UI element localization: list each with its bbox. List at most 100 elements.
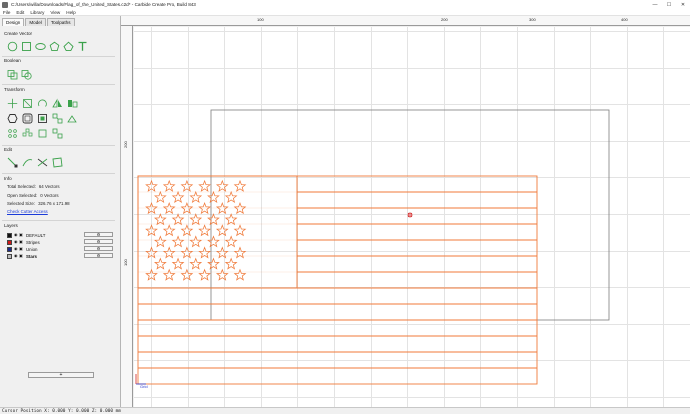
move-tool-icon[interactable] xyxy=(7,98,18,109)
grid-label: Grid xyxy=(140,384,148,389)
text-tool-icon[interactable] xyxy=(77,41,88,52)
eye-icon[interactable]: ◉ xyxy=(14,254,18,258)
rotate-tool-icon[interactable] xyxy=(37,98,48,109)
star xyxy=(180,268,194,281)
eye-icon[interactable]: ◉ xyxy=(14,233,18,237)
minimize-button[interactable]: — xyxy=(648,0,662,9)
ruler-tick-label: 300 xyxy=(529,17,536,22)
layer-color-swatch[interactable] xyxy=(7,253,12,259)
star xyxy=(180,179,194,192)
title-bar: C:/Users/willa/Downloads/Flag_of_the_Uni… xyxy=(0,0,690,9)
selected-size-label: Selected Size: xyxy=(7,201,36,206)
trim-tool-icon[interactable] xyxy=(22,157,33,168)
flag-outline xyxy=(137,175,538,385)
lock-icon[interactable]: ▣ xyxy=(19,240,23,244)
tab-model[interactable]: Model xyxy=(25,18,46,26)
layer-row-stars[interactable]: ◉ ▣ Stars xyxy=(7,253,76,259)
mirror-tool-icon[interactable] xyxy=(52,98,63,109)
polyline-tool-icon[interactable] xyxy=(52,157,63,168)
align-tool-icon[interactable] xyxy=(67,98,78,109)
ruler-tick-label: 400 xyxy=(621,17,628,22)
star xyxy=(215,179,229,192)
open-selected-value: 0 Vectors xyxy=(40,193,59,198)
section-boolean: Boolean xyxy=(4,58,21,63)
status-bar: Cursor Position X: 0.000 Y: 0.000 Z: 0.0… xyxy=(0,407,690,414)
ruler-tick-label: 100 xyxy=(123,259,128,266)
star xyxy=(233,224,247,237)
add-layer-button[interactable]: + xyxy=(28,372,94,378)
pentagon-tool-icon[interactable] xyxy=(63,41,74,52)
layer-color-swatch[interactable] xyxy=(7,246,12,252)
rectangle-tool-icon[interactable] xyxy=(21,41,32,52)
ellipse-tool-icon[interactable] xyxy=(35,41,46,52)
join-tool-icon[interactable] xyxy=(37,157,48,168)
star xyxy=(198,224,211,237)
layer-settings-button[interactable]: ⚙ xyxy=(84,253,113,258)
layer-settings-button[interactable]: ⚙ xyxy=(84,246,113,251)
info-total-selected: Total Selected: 64 Vectors xyxy=(7,184,60,189)
menu-help[interactable]: Help xyxy=(66,10,75,15)
layer-color-swatch[interactable] xyxy=(7,232,12,238)
distribute-tool-icon[interactable] xyxy=(22,128,33,139)
layer-settings-button[interactable]: ⚙ xyxy=(84,239,113,244)
separator xyxy=(2,56,115,57)
lock-icon[interactable]: ▣ xyxy=(19,233,23,237)
design-canvas[interactable]: Grid xyxy=(134,27,690,407)
panel-tabs: Design Model Toolpaths xyxy=(2,18,120,27)
menu-edit[interactable]: Edit xyxy=(16,10,24,15)
star xyxy=(224,257,238,270)
lock-icon[interactable]: ▣ xyxy=(19,247,23,251)
lock-icon[interactable]: ▣ xyxy=(19,254,23,258)
left-ruler: 200 100 xyxy=(121,26,133,407)
eye-icon[interactable]: ◉ xyxy=(14,247,18,251)
section-transform: Transform xyxy=(4,87,25,92)
check-cutter-access-link[interactable]: Check Cutter Access xyxy=(7,209,48,214)
layer-name: Stripes xyxy=(26,239,40,245)
star xyxy=(207,190,220,203)
menu-library[interactable]: Library xyxy=(30,10,44,15)
fillet-tool-icon[interactable] xyxy=(37,113,48,124)
star xyxy=(215,224,229,237)
menu-file[interactable]: File xyxy=(3,10,10,15)
app-icon xyxy=(2,1,8,8)
gear-icon: ⚙ xyxy=(96,253,101,258)
flag-drawing[interactable] xyxy=(134,27,690,407)
separator xyxy=(2,84,115,85)
star xyxy=(207,257,220,270)
star xyxy=(224,213,238,226)
close-button[interactable]: ✕ xyxy=(676,0,690,9)
top-ruler: 100 200 300 400 xyxy=(121,16,690,26)
star xyxy=(145,268,158,281)
union-tool-icon[interactable] xyxy=(7,69,18,80)
offset-tool-icon[interactable] xyxy=(22,113,33,124)
open-selected-label: Open Selected: xyxy=(7,193,38,198)
eye-icon[interactable]: ◉ xyxy=(14,240,18,244)
layer-settings-button[interactable]: ⚙ xyxy=(84,232,113,237)
layer-color-swatch[interactable] xyxy=(7,239,12,245)
selected-size-value: 326.76 x 171.98 xyxy=(38,201,70,206)
scale-tool-icon[interactable] xyxy=(22,98,33,109)
node-edit-tool-icon[interactable] xyxy=(7,113,18,124)
layer-row-default[interactable]: ◉ ▣ DEFAULT xyxy=(7,232,76,238)
circle-array-tool-icon[interactable] xyxy=(7,128,18,139)
array-tool-icon[interactable] xyxy=(52,113,63,124)
subtract-tool-icon[interactable] xyxy=(21,69,32,80)
tab-toolpaths[interactable]: Toolpaths xyxy=(46,18,75,26)
menu-view[interactable]: View xyxy=(50,10,60,15)
circle-tool-icon[interactable] xyxy=(7,41,18,52)
star xyxy=(162,179,176,192)
polygon-tool-icon[interactable] xyxy=(49,41,60,52)
layer-name: DEFAULT xyxy=(26,232,46,238)
node-tool-icon[interactable] xyxy=(7,157,18,168)
union-outline xyxy=(137,175,298,289)
maximize-button[interactable]: ☐ xyxy=(662,0,676,9)
star xyxy=(224,190,238,203)
ungroup-tool-icon[interactable] xyxy=(52,128,63,139)
star xyxy=(154,235,167,248)
tab-design[interactable]: Design xyxy=(2,18,25,26)
layer-row-stripes[interactable]: ◉ ▣ Stripes xyxy=(7,239,76,245)
star xyxy=(189,190,203,203)
flip-tool-icon[interactable] xyxy=(67,113,78,124)
group-tool-icon[interactable] xyxy=(37,128,48,139)
layer-row-union[interactable]: ◉ ▣ Union xyxy=(7,246,76,252)
